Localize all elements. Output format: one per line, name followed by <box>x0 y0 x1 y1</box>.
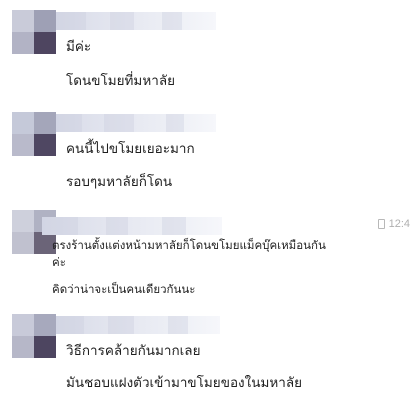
message-text: มีค่ะ <box>66 39 92 55</box>
message-text: คิดว่าน่าจะเป็นคนเดียวกันนะ <box>52 282 196 296</box>
avatar[interactable] <box>12 314 56 358</box>
message-text: รอบๆมหาลัยก็โดน <box>66 174 173 190</box>
avatar[interactable] <box>12 112 56 156</box>
message-text: ค่ะ <box>52 255 66 269</box>
sender-name-redacted <box>42 217 222 235</box>
avatar[interactable] <box>12 10 56 54</box>
timestamp-text: 12:4 <box>388 218 410 230</box>
sender-name-redacted <box>56 114 216 132</box>
chat-feed: มีค่ะ โดนขโมยที่มหาลัย คนนี้ไปขโมยเยอะมา… <box>0 0 410 410</box>
sender-name-redacted <box>56 12 216 30</box>
message-timestamp: 12:4 <box>377 218 410 230</box>
message-text: มันชอบแฝงตัวเข้ามาขโมยของในมหาลัย <box>66 375 303 391</box>
phone-icon <box>377 219 385 229</box>
message-text: วิธีการคล้ายกันมากเลย <box>66 343 201 359</box>
message-text: คนนี้ไปขโมยเยอะมาก <box>66 141 195 157</box>
message-text: โดนขโมยที่มหาลัย <box>66 73 175 89</box>
message-text: ตรงร้านตั้งแต่งหน้ามหาลัยก็โดนขโมยแม็คบุ… <box>52 238 326 252</box>
sender-name-redacted <box>56 316 220 334</box>
